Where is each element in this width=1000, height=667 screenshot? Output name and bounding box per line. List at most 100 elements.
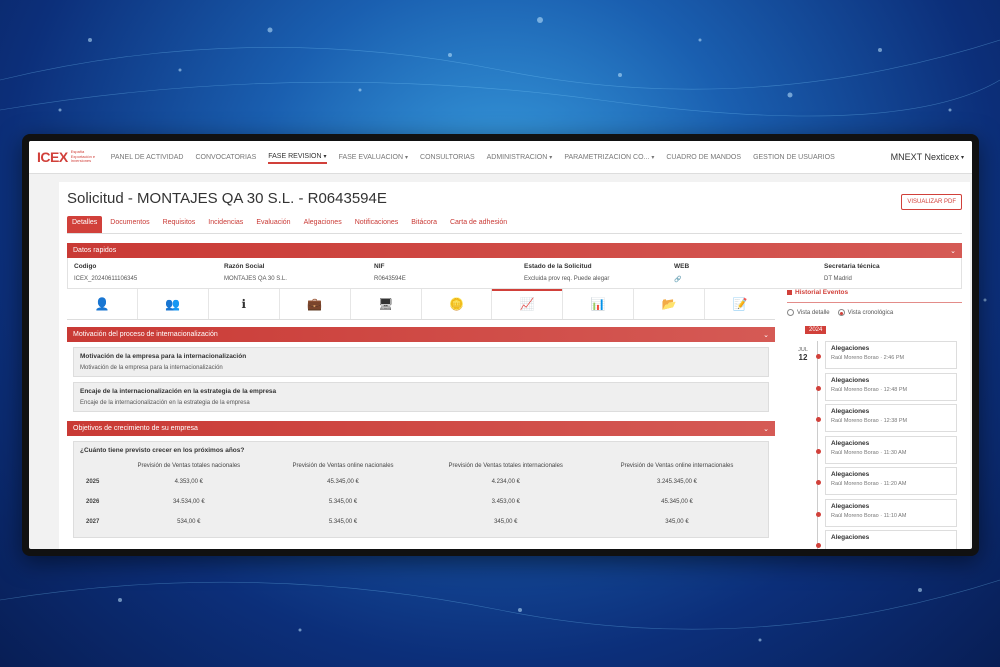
- event-card[interactable]: Alegaciones Raúl Moreno Borao · 11:20 AM: [816, 467, 957, 495]
- event-card[interactable]: Alegaciones Raúl Moreno Borao · 12:38 PM: [816, 404, 957, 432]
- table-cell: 2025: [86, 479, 100, 485]
- tab[interactable]: Evaluación: [251, 216, 295, 233]
- coins-icon[interactable]: 🪙: [422, 289, 493, 319]
- table-header: Previsión de Ventas totales nacionales: [137, 463, 241, 469]
- nav-item[interactable]: CUADRO DE MANDOS: [666, 154, 741, 161]
- divider: [787, 302, 962, 303]
- table-header: Previsión de Ventas online internacional…: [620, 463, 734, 469]
- nav-item[interactable]: ADMINISTRACION ▾: [487, 154, 553, 161]
- radio-vista-cronologica[interactable]: Vista cronológica: [837, 309, 893, 316]
- quick-field: Secretaria técnica DT Madrid: [824, 263, 970, 283]
- quick-field-value: ICEX_20240611106345: [74, 276, 138, 282]
- event-card[interactable]: Alegaciones: [816, 530, 957, 549]
- radio-vista-detalle[interactable]: Vista detalle: [787, 309, 830, 316]
- nav-item[interactable]: CONSULTORIAS: [420, 154, 475, 161]
- tab[interactable]: Documentos: [105, 216, 154, 233]
- user-icon[interactable]: 👤: [67, 289, 138, 319]
- group-icon[interactable]: 👥: [138, 289, 209, 319]
- left-column: 👤 👥 ℹ 💼 🖥 🪙 📈 📊 📂 📝 Motivación del proceso de int…: [67, 289, 775, 543]
- objetivos-header[interactable]: Objetivos de crecimiento de su empresa ⌄: [67, 421, 775, 436]
- view-radios: Vista detalle Vista cronológica: [787, 309, 962, 316]
- timeline-line: [817, 341, 818, 549]
- icex-logo[interactable]: ICEX España Exportación e Inversiones: [37, 149, 97, 165]
- chevron-down-icon: ▾: [405, 154, 409, 161]
- event-card[interactable]: Alegaciones Raúl Moreno Borao · 2:46 PM: [816, 341, 957, 369]
- table-cell: 5.345,00 €: [328, 519, 358, 525]
- table-cell: 45.345,00 €: [327, 479, 359, 485]
- chevron-down-icon: ▾: [323, 154, 327, 160]
- chevron-down-icon: ▾: [960, 154, 964, 161]
- quick-field: Codigo ICEX_20240611106345: [74, 263, 224, 283]
- tab[interactable]: Detalles: [67, 216, 103, 233]
- chevron-down-icon: ⌄: [950, 247, 956, 255]
- detail-tabs: Detalles Documentos Requisitos Incidencias E…: [67, 216, 962, 234]
- table-header: [80, 460, 111, 472]
- timeline-date: JUL 12: [798, 347, 808, 362]
- event-card[interactable]: Alegaciones Raúl Moreno Borao · 12:48 PM: [816, 372, 957, 401]
- motivacion-section: Motivación del proceso de internacionali…: [67, 327, 775, 412]
- growth-table: Previsión de Ventas totales nacionales Pr…: [80, 460, 762, 532]
- section-icon-bar: 👤 👥 ℹ 💼 🖥 🪙 📈 📊 📂 📝: [67, 289, 775, 320]
- info-icon[interactable]: ℹ: [209, 289, 280, 319]
- quick-data-panel: Datos rapidos ⌄ Codigo ICEX_20240611106345…: [67, 243, 962, 289]
- table-cell: 5.345,00 €: [328, 499, 358, 505]
- nav-menu: PANEL DE ACTIVIDAD CONVOCATORIAS FASE REVI…: [111, 150, 847, 164]
- folder-icon[interactable]: 📂: [634, 289, 706, 319]
- tab[interactable]: Bitácora: [406, 216, 442, 233]
- tab[interactable]: Carta de adhesión: [445, 216, 512, 233]
- chevron-down-icon: ▾: [549, 154, 553, 161]
- link-icon[interactable]: 🔗: [674, 276, 824, 283]
- edit-doc-icon[interactable]: 📝: [705, 289, 775, 319]
- table-cell: 2026: [86, 499, 100, 505]
- tab[interactable]: Incidencias: [203, 216, 248, 233]
- nav-item[interactable]: PANEL DE ACTIVIDAD: [111, 154, 184, 161]
- growth-card: ¿Cuánto tiene previsto crecer en los pró…: [73, 441, 769, 538]
- table-row: 2027 534,00 € 5.345,00 € 345,00 € 345,00 €: [80, 512, 762, 532]
- chevron-down-icon: ▾: [651, 154, 655, 161]
- motivacion-header[interactable]: Motivación del proceso de internacionali…: [67, 327, 775, 342]
- table-cell: 2027: [86, 519, 100, 525]
- table-cell: 4.234,00 €: [491, 479, 520, 485]
- user-menu[interactable]: MNEXT Nexticex ▾: [891, 152, 964, 162]
- encaje-card: Encaje de la internacionalización en la …: [73, 382, 769, 412]
- trend-chart-icon[interactable]: 📈: [492, 289, 564, 319]
- nav-item[interactable]: GESTION DE USUARIOS: [753, 154, 835, 161]
- quick-field-value: Excluida prov req. Puede alegar: [524, 276, 610, 282]
- tab[interactable]: Notificaciones: [350, 216, 404, 233]
- top-navigation: ICEX España Exportación e Inversiones PA…: [29, 141, 972, 174]
- table-row: 2026 34.534,00 € 5.345,00 € 3.453,00 € 45.34…: [80, 492, 762, 512]
- briefcase-icon[interactable]: 💼: [280, 289, 351, 319]
- tab[interactable]: Alegaciones: [299, 216, 347, 233]
- main-content: Solicitud - MONTAJES QA 30 S.L. - R06435…: [59, 182, 970, 549]
- quick-field: Razón Social MONTAJES QA 30 S.L.: [224, 263, 374, 283]
- nav-item[interactable]: PARAMETRIZACION CO... ▾: [564, 154, 654, 161]
- nav-item[interactable]: FASE EVALUACION ▾: [339, 154, 408, 161]
- quick-field: NIF R0643594E: [374, 263, 524, 283]
- table-cell: 345,00 €: [494, 519, 518, 525]
- visualizar-pdf-button[interactable]: VISUALIZAR PDF: [901, 194, 962, 210]
- tab[interactable]: Requisitos: [158, 216, 201, 233]
- table-cell: 3.453,00 €: [491, 499, 520, 505]
- chevron-down-icon: ⌄: [763, 331, 769, 339]
- history-icon: [787, 290, 792, 295]
- quick-data-header[interactable]: Datos rapidos ⌄: [67, 243, 962, 258]
- nav-item[interactable]: FASE REVISION ▾: [268, 153, 327, 164]
- monitor-icon[interactable]: 🖥: [351, 289, 422, 319]
- app-window: ICEX España Exportación e Inversiones PA…: [29, 141, 972, 549]
- event-card[interactable]: Alegaciones Raúl Moreno Borao · 11:30 AM: [816, 435, 957, 464]
- quick-field-value: MONTAJES QA 30 S.L.: [224, 276, 287, 282]
- quick-field: WEB 🔗: [674, 263, 824, 283]
- table-cell: 534,00 €: [177, 519, 201, 525]
- event-card[interactable]: Alegaciones Raúl Moreno Borao · 11:10 AM: [816, 498, 957, 527]
- table-header: Previsión de Ventas totales internaciona…: [448, 463, 563, 469]
- table-header: Previsión de Ventas online nacionales: [292, 463, 394, 469]
- history-panel: Historial Eventos Vista detalle Vista cr…: [787, 289, 962, 549]
- quick-data-grid: Codigo ICEX_20240611106345 Razón Social MON…: [67, 258, 962, 289]
- quick-field-value: R0643594E: [374, 276, 406, 282]
- bar-chart-icon[interactable]: 📊: [563, 289, 635, 319]
- chevron-down-icon: ⌄: [763, 425, 769, 433]
- page-title: Solicitud - MONTAJES QA 30 S.L. - R06435…: [67, 190, 387, 207]
- table-cell: 345,00 €: [665, 519, 689, 525]
- table-cell: 34.534,00 €: [172, 499, 205, 505]
- nav-item[interactable]: CONVOCATORIAS: [195, 154, 256, 161]
